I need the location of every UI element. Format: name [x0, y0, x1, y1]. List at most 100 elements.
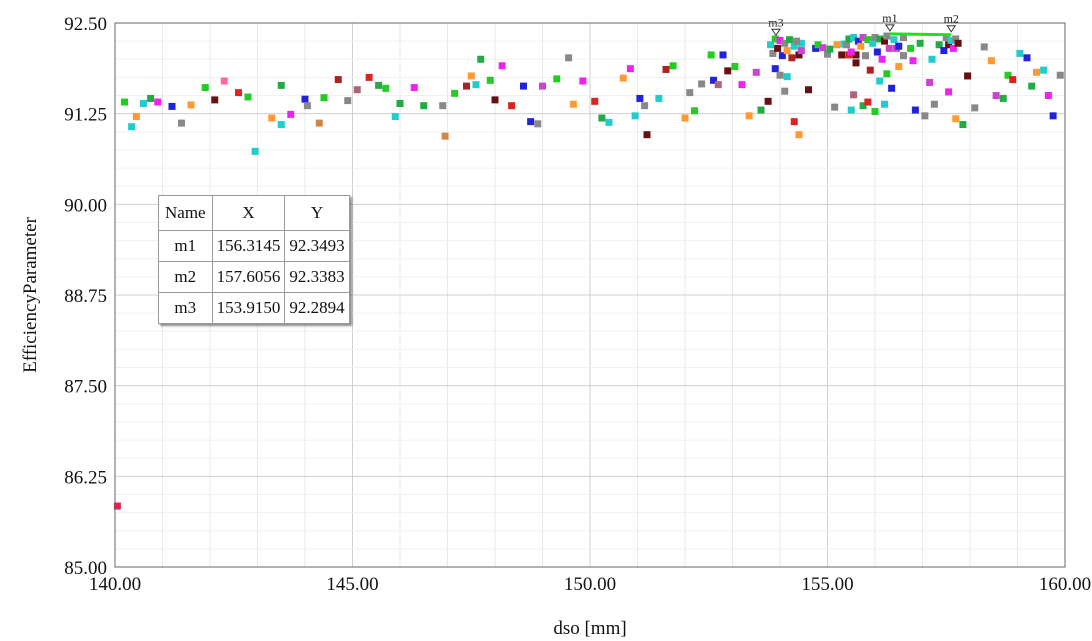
data-point: [959, 121, 967, 129]
data-point: [553, 75, 561, 83]
x-tick-label: 160.00: [1039, 574, 1091, 595]
marker-label: m3: [768, 15, 783, 29]
cell-name: m1: [158, 230, 213, 262]
cell-y: 92.2894: [284, 292, 350, 324]
data-point: [244, 93, 252, 101]
data-point: [1040, 66, 1048, 74]
data-point: [486, 76, 494, 84]
data-point: [900, 52, 907, 60]
data-point: [201, 84, 209, 92]
data-point: [520, 82, 527, 90]
marker-table-header: Name X Y: [158, 195, 350, 231]
data-point: [132, 113, 140, 121]
data-point: [301, 95, 309, 103]
data-point: [391, 113, 399, 121]
data-point: [847, 48, 855, 56]
data-point: [655, 94, 663, 102]
data-point: [396, 100, 404, 108]
data-point: [788, 54, 796, 62]
data-point: [1023, 54, 1031, 62]
y-axis-title: EfficiencyParameter: [20, 216, 41, 372]
data-point: [382, 84, 390, 92]
y-tick-label: 90.00: [64, 195, 107, 216]
data-point: [795, 131, 803, 139]
data-point: [790, 118, 798, 126]
data-point: [598, 114, 606, 122]
data-point: [781, 87, 789, 95]
data-point: [731, 63, 739, 71]
data-point: [491, 96, 499, 104]
data-point: [786, 36, 793, 44]
data-point: [477, 55, 485, 63]
data-point: [873, 48, 881, 56]
table-row: m3 153.9150 92.2894: [158, 292, 350, 324]
y-tick-label: 92.50: [64, 14, 107, 35]
data-point: [783, 47, 791, 55]
data-point: [764, 97, 772, 105]
data-point: [154, 98, 162, 106]
data-point: [999, 94, 1007, 102]
y-tick-label: 88.75: [64, 286, 107, 307]
data-point: [883, 70, 891, 78]
data-point: [774, 44, 782, 52]
data-point: [641, 102, 649, 110]
data-point: [895, 63, 903, 71]
data-point: [857, 42, 865, 50]
data-point: [890, 36, 898, 44]
x-tick-label: 150.00: [564, 574, 616, 595]
data-point: [833, 41, 841, 49]
data-point: [852, 59, 860, 67]
data-point: [921, 112, 929, 120]
cell-name: m2: [158, 261, 213, 293]
data-point: [121, 98, 128, 106]
data-point: [866, 66, 874, 74]
data-point: [838, 51, 846, 59]
data-point: [776, 71, 784, 79]
y-tick-label: 86.25: [64, 467, 107, 488]
data-point: [1056, 71, 1064, 79]
cell-y: 92.3383: [284, 261, 350, 293]
series-line: [889, 32, 952, 37]
data-point: [911, 106, 919, 114]
data-point: [698, 80, 706, 88]
data-point: [605, 118, 613, 126]
data-point: [251, 147, 259, 155]
data-point: [831, 103, 839, 111]
data-point: [871, 107, 879, 115]
data-point: [320, 94, 328, 102]
x-tick-label: 145.00: [326, 574, 378, 595]
data-point: [303, 102, 311, 110]
marker-table: Name X Y m1 156.3145 92.3493 m2 157.6056…: [158, 195, 350, 324]
data-point: [420, 102, 428, 110]
data-point: [745, 112, 753, 120]
data-point: [527, 118, 535, 126]
data-point: [881, 100, 888, 108]
cell-name: m3: [158, 292, 213, 324]
data-point: [876, 77, 884, 85]
data-point: [864, 98, 872, 106]
x-axis-title: dso [mm]: [553, 618, 626, 639]
x-tick-labels: 140.00 145.00 150.00 155.00 160.00: [89, 574, 1091, 595]
data-point: [128, 123, 136, 131]
data-point: [178, 119, 185, 127]
data-point: [826, 45, 834, 53]
data-point: [626, 65, 634, 73]
data-point: [539, 82, 546, 90]
x-tick-label: 155.00: [801, 574, 853, 595]
y-tick-label: 87.50: [64, 377, 107, 398]
data-point: [569, 100, 577, 108]
data-point: [353, 86, 361, 94]
marker-triangle: [946, 25, 957, 33]
data-point: [954, 39, 962, 47]
data-point: [1033, 68, 1040, 76]
data-point: [669, 62, 677, 70]
y-tick-label: 91.25: [64, 105, 107, 126]
cell-x: 156.3145: [211, 230, 286, 262]
data-point: [885, 44, 893, 52]
data-point: [707, 51, 715, 59]
data-point: [819, 44, 827, 52]
data-point: [287, 110, 295, 118]
data-point: [783, 73, 791, 81]
data-point: [643, 131, 651, 139]
data-point: [168, 102, 176, 110]
